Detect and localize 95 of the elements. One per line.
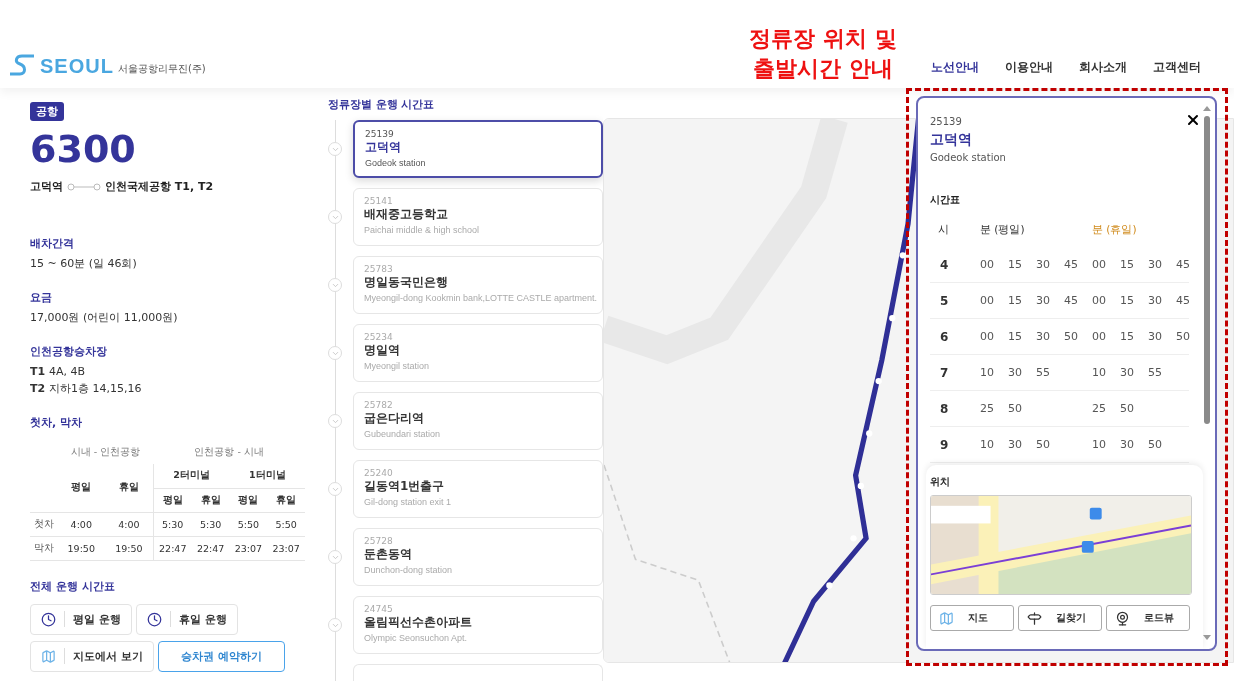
table-cell: 22:47	[153, 536, 192, 560]
info-text: T2 지하1층 14,15,16	[30, 381, 143, 397]
info-text: 15 ~ 60분 (일 46회)	[30, 256, 138, 272]
stop-name: 명일역	[364, 342, 401, 359]
column-group-header: 인천공항 - 시내	[153, 440, 305, 464]
timetable-button[interactable]: 평일 운행	[30, 603, 132, 635]
table-cell: 4:00	[104, 512, 154, 536]
section-title: 정류장별 운행 시간표	[328, 98, 436, 112]
stop-card[interactable]: 25782 굽은다리역 Gubeundari station	[353, 392, 603, 450]
expand-icon[interactable]	[328, 482, 342, 496]
nav-link[interactable]: 노선안내	[918, 59, 992, 76]
column-header: 2터미널	[153, 464, 230, 488]
info-text: 17,000원 (어린이 11,000원)	[30, 310, 179, 326]
stop-code: 25783	[364, 264, 394, 274]
stop-card[interactable]: 25234 명일역 Myeongil station	[353, 324, 603, 382]
stop-english-name: Gubeundari station	[364, 428, 441, 441]
stop-code: 24745	[364, 604, 394, 614]
column-header: 평일	[57, 464, 105, 512]
annotation-text: 정류장 위치 및 출발시간 안내	[748, 25, 898, 83]
table-cell: 23:07	[267, 536, 305, 560]
stop-name: 배재중고등학교	[364, 206, 449, 223]
stop-english-name: Gil-dong station exit 1	[364, 496, 452, 509]
company-name: 서울공항리무진(주)	[117, 64, 206, 76]
stop-card[interactable]: 24745 올림픽선수촌아파트 Olympic Seonsuchon Apt.	[353, 596, 603, 654]
stop-code: 25141	[364, 196, 394, 206]
section-title: 요금	[30, 290, 53, 305]
column-header: 휴일	[267, 488, 305, 512]
row-header: 첫차	[30, 512, 58, 536]
table-cell: 4:00	[57, 512, 105, 536]
timetable-button[interactable]: 지도에서 보기	[30, 640, 154, 672]
reserve-button[interactable]: 승차권 예약하기	[157, 640, 285, 672]
expand-icon[interactable]	[328, 210, 342, 224]
expand-icon[interactable]	[328, 346, 342, 360]
map-icon	[41, 648, 56, 664]
stop-card[interactable]	[353, 664, 603, 681]
table-cell: 5:50	[267, 512, 305, 536]
column-header: 평일	[229, 488, 268, 512]
table-cell: 19:50	[57, 536, 105, 560]
row-header: 막차	[30, 536, 58, 560]
stop-english-name: Myeongil station	[364, 360, 430, 373]
stop-code: 25234	[364, 332, 394, 342]
origin-stop: 고덕역	[30, 179, 63, 194]
table-cell: 19:50	[104, 536, 154, 560]
column-header: 휴일	[191, 488, 230, 512]
stop-english-name: Olympic Seonsuchon Apt.	[364, 632, 468, 645]
nav-link[interactable]: 이용안내	[992, 59, 1066, 76]
section-title: 전체 운행 시간표	[30, 578, 116, 594]
table-cell: 5:30	[191, 512, 230, 536]
stop-english-name: Paichai middle & high school	[364, 224, 480, 237]
section-title: 첫차, 막차	[30, 415, 83, 430]
stop-card[interactable]: 25783 명일동국민은행 Myeongil-dong Kookmin bank,LOTTE CASTLE apartment.	[353, 256, 603, 314]
table-cell: 23:07	[229, 536, 268, 560]
column-header: 1터미널	[229, 464, 305, 488]
route-line-icon	[67, 182, 101, 191]
column-header: 휴일	[104, 464, 154, 512]
stop-code: 25782	[364, 400, 394, 410]
stop-english-name: Myeongil-dong Kookmin bank,LOTTE CASTLE apartment.	[364, 292, 598, 305]
nav-link[interactable]: 회사소개	[1066, 59, 1140, 76]
stop-code: 25728	[364, 536, 394, 546]
column-group-header: 시내 - 인천공항	[57, 440, 154, 464]
logo-wordmark: SEOUL	[40, 56, 114, 76]
expand-icon[interactable]	[328, 414, 342, 428]
stop-name: 고덕역	[365, 139, 402, 156]
stop-english-name: Godeok station	[365, 157, 426, 170]
column-header: 평일	[153, 488, 192, 512]
stop-name: 둔촌동역	[364, 546, 413, 563]
stop-card[interactable]: 25240 길동역1번출구 Gil-dong station exit 1	[353, 460, 603, 518]
stop-name: 길동역1번출구	[364, 478, 446, 495]
stop-name: 명일동국민은행	[364, 274, 449, 291]
stop-code: 25139	[365, 129, 395, 139]
table-cell: 22:47	[191, 536, 230, 560]
stop-code: 25240	[364, 468, 394, 478]
route-type-badge: 공항	[30, 102, 64, 121]
table-cell: 5:30	[153, 512, 192, 536]
stop-name: 올림픽선수촌아파트	[364, 614, 473, 631]
clock-icon	[41, 611, 56, 627]
route-number: 6300	[30, 127, 137, 171]
expand-icon[interactable]	[328, 142, 342, 156]
expand-icon[interactable]	[328, 618, 342, 632]
stop-card[interactable]: 25139 고덕역 Godeok station	[353, 120, 603, 178]
info-text: T1 4A, 4B	[30, 364, 87, 380]
expand-icon[interactable]	[328, 278, 342, 292]
logo-swoosh-icon	[8, 54, 36, 76]
section-title: 배차간격	[30, 236, 75, 251]
destination-stop: 인천국제공항 T1, T2	[105, 179, 214, 194]
nav-link[interactable]: 고객센터	[1140, 59, 1214, 76]
section-title: 인천공항승차장	[30, 344, 108, 359]
stop-name: 굽은다리역	[364, 410, 425, 427]
stop-english-name: Dunchon-dong station	[364, 564, 453, 577]
timetable-button[interactable]: 휴일 운행	[135, 603, 238, 635]
clock-icon	[146, 611, 162, 627]
stop-card[interactable]: 25728 둔촌동역 Dunchon-dong station	[353, 528, 603, 586]
table-cell: 5:50	[229, 512, 268, 536]
expand-icon[interactable]	[328, 550, 342, 564]
stop-card[interactable]: 25141 배재중고등학교 Paichai middle & high school	[353, 188, 603, 246]
